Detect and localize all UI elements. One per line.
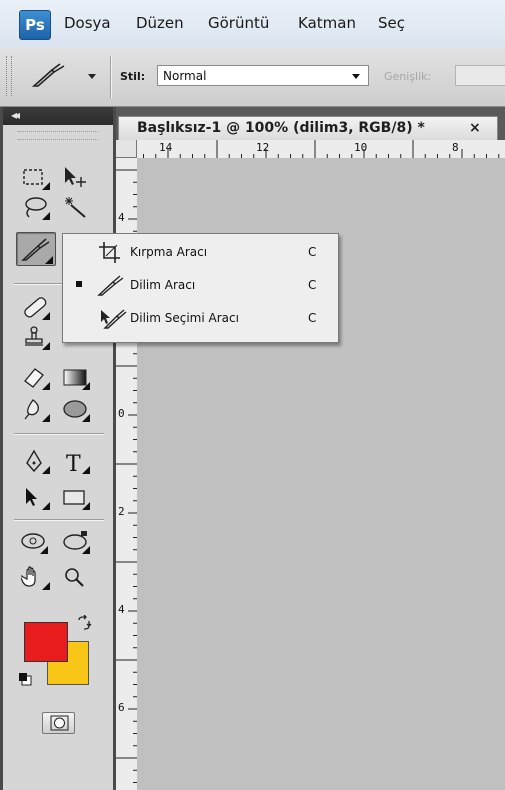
3d-rotate-tool[interactable] [16,527,50,555]
blur-tool[interactable] [18,395,52,423]
pen-tool[interactable] [18,447,52,475]
ruler-label: 14 [159,141,173,154]
menu-duzen[interactable]: Düzen [136,14,184,32]
close-icon[interactable]: × [469,120,481,136]
ruler-label: 8 [452,141,459,154]
slice-icon [31,63,65,87]
flyout-item-shortcut: C [308,278,317,292]
slice-select-icon [101,309,127,329]
style-label: Stil: [120,70,146,83]
3d-orbit-tool[interactable] [58,527,92,555]
ruler-label: 2 [118,505,125,518]
ruler-label: 10 [354,141,368,154]
more-tools-indicator [42,382,50,390]
zoom-icon [65,568,84,587]
double-chevron-left-icon[interactable]: ◂◂ [11,108,20,122]
width-label: Genişlik: [384,70,432,83]
move-icon [65,167,86,187]
menu-dosya[interactable]: Dosya [64,14,111,32]
more-tools-indicator [42,212,50,220]
flyout-item-shortcut: C [308,245,317,259]
flyout-item-slice-select[interactable]: Dilim Seçimi Aracı C [63,304,338,332]
ruler-label: 4 [118,211,125,224]
more-tools-indicator [42,312,50,320]
gradient-tool[interactable] [58,363,92,391]
flyout-item-crop[interactable]: Kırpma Aracı C [63,238,338,266]
tool-preset-picker[interactable] [18,54,100,96]
swap-colors-icon[interactable] [76,615,92,631]
sponge-tool[interactable] [58,395,92,423]
rectangular-marquee-tool[interactable] [18,163,52,191]
healing-brush-tool[interactable] [18,293,52,321]
svg-text:T: T [66,452,81,475]
ruler-origin[interactable] [116,140,137,158]
lasso-tool[interactable] [18,193,52,221]
flyout-item-label: Dilim Seçimi Aracı [130,311,239,325]
type-tool[interactable]: T [58,447,92,475]
document-tab-bar: Başlıksız-1 @ 100% (dilim3, RGB/8) * × [116,107,505,140]
eraser-tool[interactable] [18,363,52,391]
magic-wand-tool[interactable] [58,193,92,221]
chevron-down-icon [352,74,360,79]
more-tools-indicator [42,414,50,422]
quick-mask-button[interactable] [42,712,75,734]
quick-mask-icon [50,715,69,731]
more-tools-indicator [82,382,90,390]
crop-icon [99,242,120,263]
horizontal-ruler[interactable]: 14 12 10 8 [116,140,505,159]
style-select[interactable]: Normal [157,65,369,86]
document-title: Başlıksız-1 @ 100% (dilim3, RGB/8) * [137,120,425,136]
rectangle-shape-tool[interactable] [58,483,92,511]
tools-panel-grip[interactable] [18,131,98,140]
menu-katman[interactable]: Katman [298,14,356,32]
hand-tool[interactable] [18,563,52,591]
menu-bar: Ps Dosya Düzen Görüntü Katman Seç [0,0,505,49]
more-tools-indicator [40,546,48,554]
clone-stamp-tool[interactable] [18,323,52,351]
divider [14,433,104,434]
more-tools-indicator [42,502,50,510]
selected-indicator [76,281,82,287]
tool-flyout-menu: Kırpma Aracı C Dilim Aracı C Dilim Seçim… [62,233,339,343]
flyout-item-slice[interactable]: Dilim Aracı C [63,271,338,299]
more-tools-indicator [82,466,90,474]
menu-goruntu[interactable]: Görüntü [208,14,269,32]
tools-panel-header[interactable]: ◂◂ [3,107,113,125]
ruler-label: 6 [118,701,125,714]
move-tool[interactable] [58,163,92,191]
chevron-down-icon [88,74,96,79]
tools-panel: ◂◂ T [0,107,116,790]
ruler-label: 0 [118,407,125,420]
options-bar: Stil: Normal Genişlik: [0,48,505,107]
more-tools-indicator [82,546,90,554]
more-tools-indicator [45,256,53,264]
flyout-item-shortcut: C [308,311,317,325]
slice-icon [97,275,124,296]
menu-sec[interactable]: Seç [378,14,405,32]
foreground-color-swatch[interactable] [24,622,68,662]
flyout-item-label: Kırpma Aracı [130,245,208,259]
ruler-label: 4 [118,603,125,616]
more-tools-indicator [42,182,50,190]
options-bar-grip[interactable] [6,56,12,96]
horizontal-ruler-ticks [118,140,500,158]
more-tools-indicator [82,502,90,510]
divider [110,56,111,98]
zoom-tool[interactable] [58,563,92,591]
more-tools-indicator [42,342,50,350]
style-select-value: Normal [163,69,207,83]
more-tools-indicator [82,414,90,422]
more-tools-indicator [42,582,50,590]
more-tools-indicator [42,466,50,474]
default-colors-icon[interactable] [18,672,32,686]
width-input [455,65,505,86]
magic-wand-icon [65,197,86,218]
flyout-item-label: Dilim Aracı [130,278,196,292]
divider [14,519,104,520]
document-tab[interactable]: Başlıksız-1 @ 100% (dilim3, RGB/8) * × [118,116,498,140]
slice-tool[interactable] [16,232,56,266]
photoshop-logo[interactable]: Ps [19,10,51,40]
path-selection-tool[interactable] [18,483,52,511]
ruler-label: 12 [256,141,270,154]
